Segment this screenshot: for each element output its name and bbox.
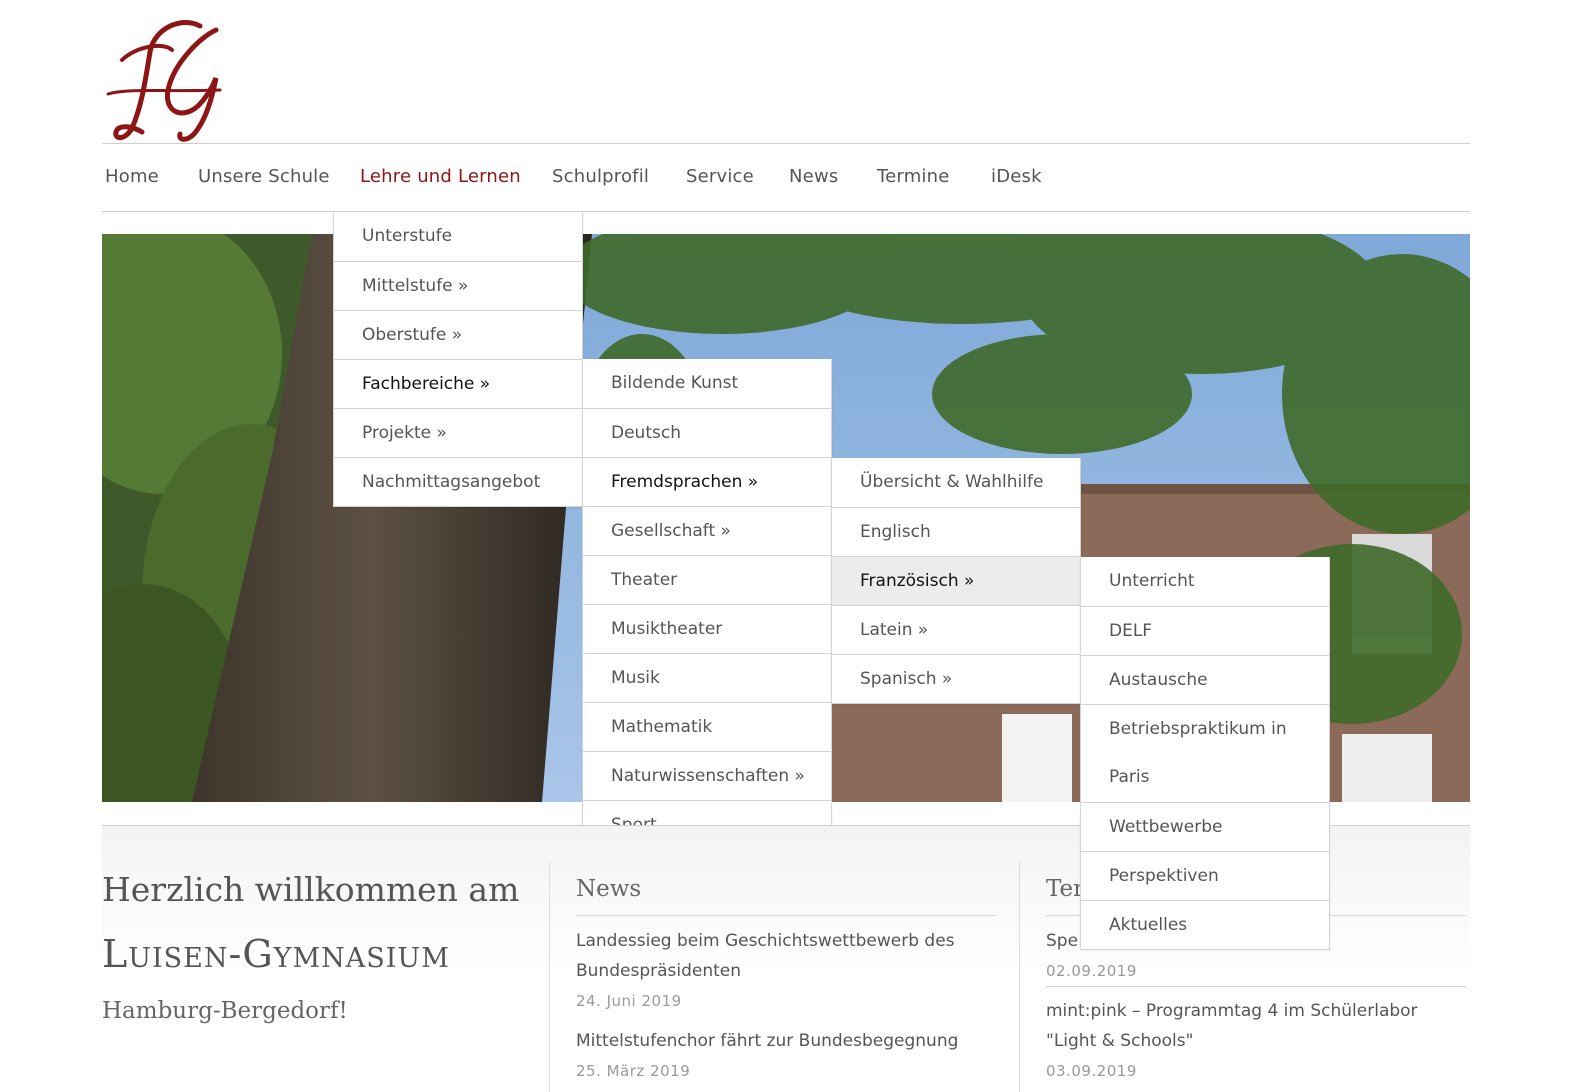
nav-divider [102, 211, 1470, 212]
news-heading-rule [576, 915, 996, 916]
school-logo[interactable] [102, 16, 232, 144]
nav-news[interactable]: News [789, 166, 838, 187]
news-item-title[interactable]: Mittelstufenchor fährt zur Bundesbegegnu… [576, 1026, 1016, 1056]
menu-item-austausche[interactable]: Austausche [1081, 655, 1329, 704]
menu-item-latein[interactable]: Latein » [832, 605, 1080, 654]
menu-item-mittelstufe[interactable]: Mittelstufe » [334, 261, 582, 310]
nav-schulprofil[interactable]: Schulprofil [552, 166, 649, 187]
menu-item-gesellschaft[interactable]: Gesellschaft » [583, 506, 831, 555]
menu-item-nachmittagsangebot[interactable]: Nachmittagsangebot [334, 457, 582, 506]
termine-item-date: 03.09.2019 [1046, 1062, 1137, 1080]
termine-item-rule [1046, 986, 1466, 987]
menu-item-wettbewerbe[interactable]: Wettbewerbe [1081, 802, 1329, 851]
menu-item-oberstufe[interactable]: Oberstufe » [334, 310, 582, 359]
termine-heading[interactable]: Ter [1046, 876, 1084, 902]
news-item-title[interactable]: Landessieg beim Geschichtswettbewerb des… [576, 926, 1006, 986]
menu-item-projekte[interactable]: Projekte » [334, 408, 582, 457]
menu-item-deutsch[interactable]: Deutsch [583, 408, 831, 457]
dropdown-lehre-und-lernen: Unterstufe Mittelstufe » Oberstufe » Fac… [333, 211, 583, 507]
menu-item-naturwissenschaften[interactable]: Naturwissenschaften » [583, 751, 831, 800]
menu-item-fachbereiche[interactable]: Fachbereiche » [334, 359, 582, 408]
nav-lehre-und-lernen[interactable]: Lehre und Lernen [360, 166, 521, 187]
dropdown-franzoesisch: Unterricht DELF Austausche Betriebsprakt… [1080, 557, 1330, 950]
header-divider [102, 143, 1470, 144]
menu-item-perspektiven[interactable]: Perspektiven [1081, 851, 1329, 900]
menu-item-bildende-kunst[interactable]: Bildende Kunst [583, 359, 831, 408]
menu-item-englisch[interactable]: Englisch [832, 507, 1080, 556]
termine-item-date: 02.09.2019 [1046, 962, 1137, 980]
nav-termine[interactable]: Termine [877, 166, 950, 187]
menu-item-musiktheater[interactable]: Musiktheater [583, 604, 831, 653]
lg-monogram-logo-icon [106, 19, 222, 142]
dropdown-fachbereiche: Bildende Kunst Deutsch Fremdsprachen » G… [582, 359, 832, 850]
welcome-heading-line1: Herzlich willkommen am [102, 870, 520, 909]
menu-item-aktuelles[interactable]: Aktuelles [1081, 900, 1329, 949]
welcome-location: Hamburg-Bergedorf! [102, 998, 348, 1024]
nav-service[interactable]: Service [686, 166, 754, 187]
menu-item-musik[interactable]: Musik [583, 653, 831, 702]
news-heading[interactable]: News [576, 876, 641, 902]
menu-item-fremdsprachen[interactable]: Fremdsprachen » [583, 457, 831, 506]
termine-item-title[interactable]: mint:pink – Programmtag 4 im Schülerlabo… [1046, 996, 1466, 1056]
nav-home[interactable]: Home [105, 166, 159, 187]
news-item-date: 25. März 2019 [576, 1062, 691, 1080]
column-divider-1 [549, 862, 550, 1092]
menu-item-spanisch[interactable]: Spanisch » [832, 654, 1080, 703]
nav-idesk[interactable]: iDesk [991, 166, 1042, 187]
nav-unsere-schule[interactable]: Unsere Schule [198, 166, 330, 187]
menu-item-uebersicht-wahlhilfe[interactable]: Übersicht & Wahlhilfe [832, 458, 1080, 507]
menu-item-mathematik[interactable]: Mathematik [583, 702, 831, 751]
menu-item-theater[interactable]: Theater [583, 555, 831, 604]
dropdown-fremdsprachen: Übersicht & Wahlhilfe Englisch Französis… [831, 458, 1081, 704]
menu-item-franzoesisch[interactable]: Französisch » [832, 556, 1080, 605]
menu-item-delf[interactable]: DELF [1081, 606, 1329, 655]
menu-item-unterstufe[interactable]: Unterstufe [334, 212, 582, 261]
menu-item-unterricht[interactable]: Unterricht [1081, 557, 1329, 606]
column-divider-2 [1019, 862, 1020, 1092]
termine-item-title[interactable]: Spe [1046, 926, 1078, 956]
welcome-school-name: Luisen-Gymnasium [102, 932, 450, 976]
menu-item-betriebspraktikum-paris[interactable]: Betriebspraktikum in Paris [1081, 704, 1329, 802]
news-item-date: 24. Juni 2019 [576, 992, 682, 1010]
